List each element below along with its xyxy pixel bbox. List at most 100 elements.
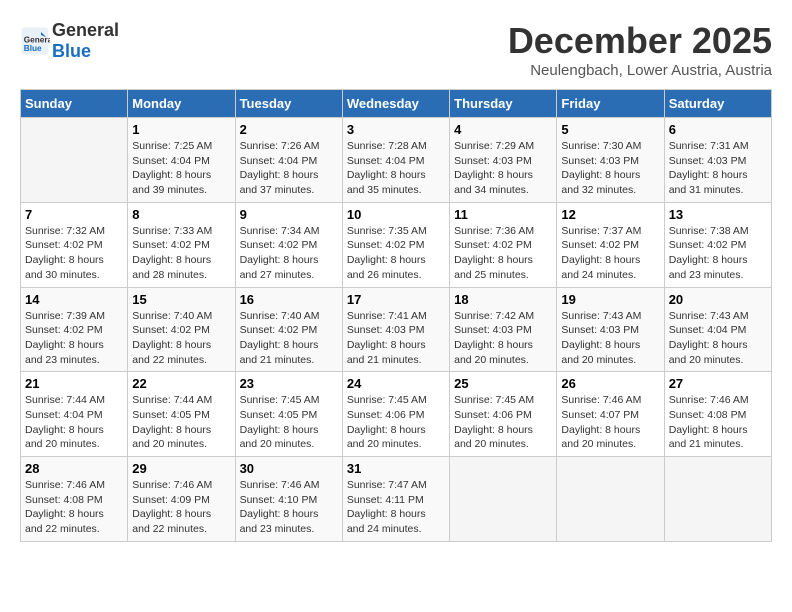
svg-text:Blue: Blue — [24, 44, 42, 53]
calendar-week-1: 1 Sunrise: 7:25 AMSunset: 4:04 PMDayligh… — [21, 118, 772, 203]
day-info: Sunrise: 7:26 AMSunset: 4:04 PMDaylight:… — [240, 139, 338, 198]
table-row — [21, 118, 128, 203]
day-info: Sunrise: 7:38 AMSunset: 4:02 PMDaylight:… — [669, 224, 767, 283]
col-friday: Friday — [557, 90, 664, 118]
day-info: Sunrise: 7:46 AMSunset: 4:07 PMDaylight:… — [561, 393, 659, 452]
day-info: Sunrise: 7:36 AMSunset: 4:02 PMDaylight:… — [454, 224, 552, 283]
day-info: Sunrise: 7:42 AMSunset: 4:03 PMDaylight:… — [454, 309, 552, 368]
day-info: Sunrise: 7:25 AMSunset: 4:04 PMDaylight:… — [132, 139, 230, 198]
day-number: 23 — [240, 376, 338, 391]
table-row: 12 Sunrise: 7:37 AMSunset: 4:02 PMDaylig… — [557, 202, 664, 287]
day-info: Sunrise: 7:45 AMSunset: 4:06 PMDaylight:… — [347, 393, 445, 452]
table-row: 21 Sunrise: 7:44 AMSunset: 4:04 PMDaylig… — [21, 372, 128, 457]
table-row: 4 Sunrise: 7:29 AMSunset: 4:03 PMDayligh… — [450, 118, 557, 203]
table-row: 15 Sunrise: 7:40 AMSunset: 4:02 PMDaylig… — [128, 287, 235, 372]
day-info: Sunrise: 7:44 AMSunset: 4:05 PMDaylight:… — [132, 393, 230, 452]
day-number: 8 — [132, 207, 230, 222]
table-row: 31 Sunrise: 7:47 AMSunset: 4:11 PMDaylig… — [342, 457, 449, 542]
logo: General Blue General Blue — [20, 20, 119, 62]
day-number: 18 — [454, 292, 552, 307]
day-info: Sunrise: 7:46 AMSunset: 4:09 PMDaylight:… — [132, 478, 230, 537]
day-number: 29 — [132, 461, 230, 476]
day-info: Sunrise: 7:31 AMSunset: 4:03 PMDaylight:… — [669, 139, 767, 198]
day-info: Sunrise: 7:44 AMSunset: 4:04 PMDaylight:… — [25, 393, 123, 452]
day-info: Sunrise: 7:33 AMSunset: 4:02 PMDaylight:… — [132, 224, 230, 283]
day-info: Sunrise: 7:29 AMSunset: 4:03 PMDaylight:… — [454, 139, 552, 198]
table-row: 11 Sunrise: 7:36 AMSunset: 4:02 PMDaylig… — [450, 202, 557, 287]
day-number: 21 — [25, 376, 123, 391]
calendar-header-row: Sunday Monday Tuesday Wednesday Thursday… — [21, 90, 772, 118]
day-number: 12 — [561, 207, 659, 222]
table-row: 8 Sunrise: 7:33 AMSunset: 4:02 PMDayligh… — [128, 202, 235, 287]
day-number: 17 — [347, 292, 445, 307]
day-info: Sunrise: 7:43 AMSunset: 4:03 PMDaylight:… — [561, 309, 659, 368]
table-row: 10 Sunrise: 7:35 AMSunset: 4:02 PMDaylig… — [342, 202, 449, 287]
day-number: 16 — [240, 292, 338, 307]
day-number: 25 — [454, 376, 552, 391]
table-row — [450, 457, 557, 542]
month-title: December 2025 — [508, 20, 772, 62]
logo-general-text: General — [52, 20, 119, 40]
day-info: Sunrise: 7:40 AMSunset: 4:02 PMDaylight:… — [132, 309, 230, 368]
table-row: 23 Sunrise: 7:45 AMSunset: 4:05 PMDaylig… — [235, 372, 342, 457]
day-info: Sunrise: 7:46 AMSunset: 4:08 PMDaylight:… — [25, 478, 123, 537]
day-number: 27 — [669, 376, 767, 391]
table-row: 20 Sunrise: 7:43 AMSunset: 4:04 PMDaylig… — [664, 287, 771, 372]
table-row: 29 Sunrise: 7:46 AMSunset: 4:09 PMDaylig… — [128, 457, 235, 542]
table-row: 28 Sunrise: 7:46 AMSunset: 4:08 PMDaylig… — [21, 457, 128, 542]
day-info: Sunrise: 7:32 AMSunset: 4:02 PMDaylight:… — [25, 224, 123, 283]
col-monday: Monday — [128, 90, 235, 118]
day-number: 20 — [669, 292, 767, 307]
day-info: Sunrise: 7:46 AMSunset: 4:08 PMDaylight:… — [669, 393, 767, 452]
day-number: 30 — [240, 461, 338, 476]
day-number: 10 — [347, 207, 445, 222]
day-number: 4 — [454, 122, 552, 137]
day-info: Sunrise: 7:45 AMSunset: 4:05 PMDaylight:… — [240, 393, 338, 452]
table-row — [664, 457, 771, 542]
calendar-table: Sunday Monday Tuesday Wednesday Thursday… — [20, 89, 772, 542]
day-info: Sunrise: 7:40 AMSunset: 4:02 PMDaylight:… — [240, 309, 338, 368]
table-row: 18 Sunrise: 7:42 AMSunset: 4:03 PMDaylig… — [450, 287, 557, 372]
day-info: Sunrise: 7:30 AMSunset: 4:03 PMDaylight:… — [561, 139, 659, 198]
col-sunday: Sunday — [21, 90, 128, 118]
day-info: Sunrise: 7:41 AMSunset: 4:03 PMDaylight:… — [347, 309, 445, 368]
table-row: 27 Sunrise: 7:46 AMSunset: 4:08 PMDaylig… — [664, 372, 771, 457]
day-info: Sunrise: 7:37 AMSunset: 4:02 PMDaylight:… — [561, 224, 659, 283]
table-row: 26 Sunrise: 7:46 AMSunset: 4:07 PMDaylig… — [557, 372, 664, 457]
calendar-week-4: 21 Sunrise: 7:44 AMSunset: 4:04 PMDaylig… — [21, 372, 772, 457]
day-number: 26 — [561, 376, 659, 391]
day-number: 5 — [561, 122, 659, 137]
page-header: General Blue General Blue December 2025 … — [20, 20, 772, 79]
col-saturday: Saturday — [664, 90, 771, 118]
day-number: 13 — [669, 207, 767, 222]
table-row: 19 Sunrise: 7:43 AMSunset: 4:03 PMDaylig… — [557, 287, 664, 372]
day-number: 14 — [25, 292, 123, 307]
col-tuesday: Tuesday — [235, 90, 342, 118]
col-thursday: Thursday — [450, 90, 557, 118]
day-number: 2 — [240, 122, 338, 137]
day-number: 31 — [347, 461, 445, 476]
day-number: 19 — [561, 292, 659, 307]
day-number: 7 — [25, 207, 123, 222]
table-row: 30 Sunrise: 7:46 AMSunset: 4:10 PMDaylig… — [235, 457, 342, 542]
table-row: 24 Sunrise: 7:45 AMSunset: 4:06 PMDaylig… — [342, 372, 449, 457]
calendar-week-2: 7 Sunrise: 7:32 AMSunset: 4:02 PMDayligh… — [21, 202, 772, 287]
calendar-week-3: 14 Sunrise: 7:39 AMSunset: 4:02 PMDaylig… — [21, 287, 772, 372]
table-row: 13 Sunrise: 7:38 AMSunset: 4:02 PMDaylig… — [664, 202, 771, 287]
logo-blue-text: Blue — [52, 41, 91, 61]
table-row: 1 Sunrise: 7:25 AMSunset: 4:04 PMDayligh… — [128, 118, 235, 203]
table-row: 7 Sunrise: 7:32 AMSunset: 4:02 PMDayligh… — [21, 202, 128, 287]
day-number: 28 — [25, 461, 123, 476]
day-info: Sunrise: 7:34 AMSunset: 4:02 PMDaylight:… — [240, 224, 338, 283]
day-number: 6 — [669, 122, 767, 137]
table-row: 5 Sunrise: 7:30 AMSunset: 4:03 PMDayligh… — [557, 118, 664, 203]
table-row: 16 Sunrise: 7:40 AMSunset: 4:02 PMDaylig… — [235, 287, 342, 372]
calendar-week-5: 28 Sunrise: 7:46 AMSunset: 4:08 PMDaylig… — [21, 457, 772, 542]
day-number: 22 — [132, 376, 230, 391]
day-number: 9 — [240, 207, 338, 222]
table-row: 3 Sunrise: 7:28 AMSunset: 4:04 PMDayligh… — [342, 118, 449, 203]
table-row — [557, 457, 664, 542]
table-row: 22 Sunrise: 7:44 AMSunset: 4:05 PMDaylig… — [128, 372, 235, 457]
table-row: 2 Sunrise: 7:26 AMSunset: 4:04 PMDayligh… — [235, 118, 342, 203]
day-number: 3 — [347, 122, 445, 137]
